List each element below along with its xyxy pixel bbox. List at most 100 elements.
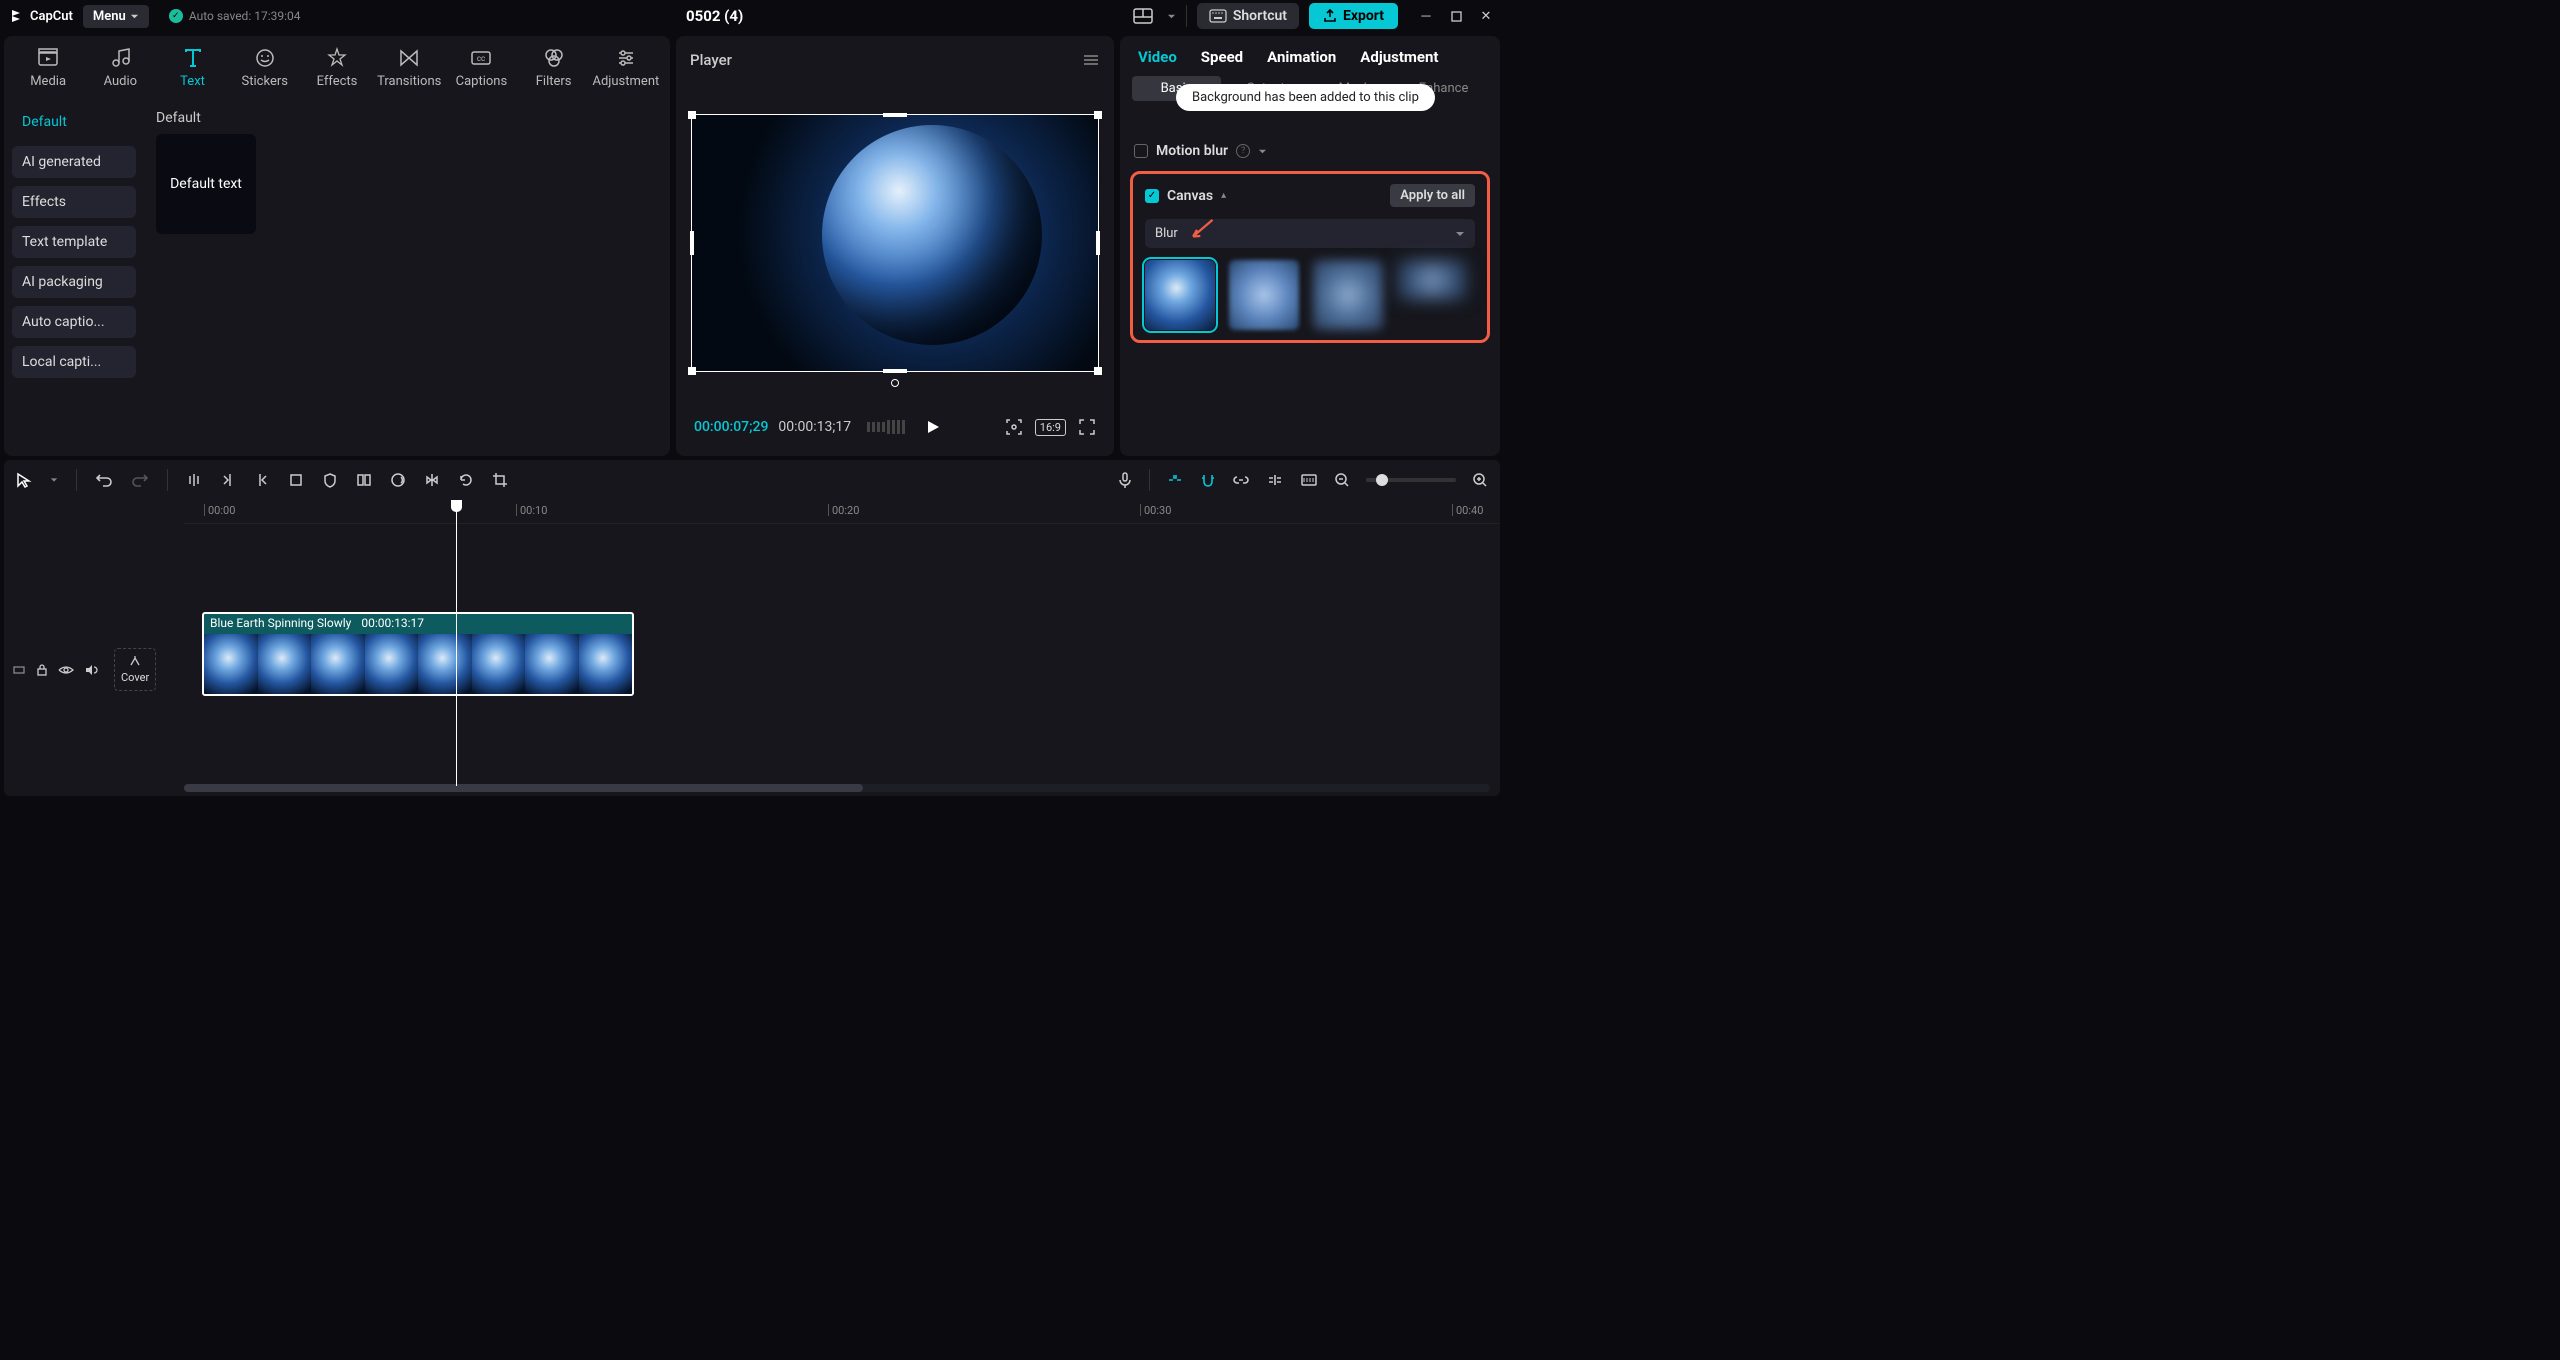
preview-toggle-icon[interactable] <box>1300 473 1318 487</box>
shield-icon[interactable] <box>322 472 338 488</box>
canvas-checkbox[interactable]: ✓ <box>1145 189 1159 203</box>
layout-icon[interactable] <box>1129 4 1157 28</box>
resize-handle-right[interactable] <box>1096 231 1100 255</box>
tab-transitions[interactable]: Transitions <box>373 42 445 93</box>
delete-right-icon[interactable] <box>254 472 270 488</box>
resize-handle-br[interactable] <box>1094 367 1102 375</box>
blur-label: Blur <box>1155 226 1178 241</box>
motion-blur-checkbox[interactable] <box>1134 144 1148 158</box>
sidebar-item-effects[interactable]: Effects <box>12 186 136 218</box>
sidebar-item-default[interactable]: Default <box>12 106 136 138</box>
selection-tool-icon[interactable] <box>16 472 32 488</box>
player-menu-icon[interactable] <box>1082 53 1100 67</box>
playhead[interactable] <box>456 500 457 786</box>
timeline-ruler[interactable]: 00:00 00:10 00:20 00:30 00:40 <box>184 500 1500 524</box>
resize-handle-left[interactable] <box>690 231 694 255</box>
play-button[interactable] <box>925 419 941 435</box>
cover-button[interactable]: Cover <box>114 648 156 691</box>
export-button[interactable]: Export <box>1309 3 1398 29</box>
mirror-icon[interactable] <box>424 472 440 488</box>
blur-preset-3[interactable] <box>1313 260 1383 330</box>
canvas-section-highlight: ✓ Canvas ▴ Apply to all Blur <box>1130 171 1490 343</box>
resize-handle-top[interactable] <box>883 113 907 117</box>
rotate-icon[interactable] <box>458 472 474 488</box>
blur-preset-1[interactable] <box>1145 260 1215 330</box>
sidebar-item-text-template[interactable]: Text template <box>12 226 136 258</box>
inspector-tab-video[interactable]: Video <box>1138 48 1177 66</box>
resize-handle-tl[interactable] <box>688 111 696 119</box>
redo-icon[interactable] <box>131 472 149 488</box>
default-text-card[interactable]: Default text <box>156 134 256 234</box>
blur-preset-2[interactable] <box>1229 260 1299 330</box>
mic-icon[interactable] <box>1117 471 1133 489</box>
freeze-icon[interactable] <box>390 472 406 488</box>
rotate-handle[interactable] <box>891 379 899 387</box>
aspect-ratio-button[interactable]: 16:9 <box>1035 419 1066 436</box>
tab-stickers[interactable]: Stickers <box>229 42 301 93</box>
maximize-button[interactable] <box>1448 8 1464 24</box>
inspector-tab-animation[interactable]: Animation <box>1267 48 1336 66</box>
inspector-tab-adjustment[interactable]: Adjustment <box>1360 48 1438 66</box>
chevron-down-icon[interactable] <box>1258 147 1267 156</box>
motion-blur-label: Motion blur <box>1156 143 1228 159</box>
chevron-up-icon[interactable]: ▴ <box>1221 190 1226 201</box>
tab-adjustment[interactable]: Adjustment <box>590 42 662 93</box>
zoom-slider-thumb[interactable] <box>1376 474 1388 486</box>
minimize-button[interactable]: ─ <box>1418 8 1434 24</box>
tab-media[interactable]: Media <box>12 42 84 93</box>
zoom-slider[interactable] <box>1366 478 1456 482</box>
tab-effects[interactable]: Effects <box>301 42 373 93</box>
preview-frame[interactable] <box>691 114 1099 372</box>
tab-filters[interactable]: Filters <box>518 42 590 93</box>
clip-thumbnail <box>472 634 526 694</box>
blur-preset-4[interactable] <box>1397 260 1467 300</box>
reverse-icon[interactable] <box>356 472 372 488</box>
clip-duration: 00:00:13:17 <box>361 616 424 630</box>
video-clip[interactable]: Blue Earth Spinning Slowly 00:00:13:17 <box>202 612 634 696</box>
zoom-out-icon[interactable] <box>1334 472 1350 488</box>
chevron-down-icon[interactable] <box>1167 12 1176 21</box>
shortcut-button[interactable]: Shortcut <box>1197 3 1299 29</box>
project-title: 0502 (4) <box>310 7 1118 25</box>
scrollbar-thumb[interactable] <box>184 784 863 792</box>
sidebar-item-local-captions[interactable]: Local capti... <box>12 346 136 378</box>
tab-text[interactable]: Text <box>156 42 228 93</box>
resize-handle-bottom[interactable] <box>883 369 907 373</box>
magnet-track-icon[interactable] <box>1200 472 1216 488</box>
apply-to-all-button[interactable]: Apply to all <box>1390 184 1475 207</box>
delete-left-icon[interactable] <box>220 472 236 488</box>
split-icon[interactable] <box>186 472 202 488</box>
link-icon[interactable] <box>1232 473 1250 487</box>
sidebar-item-ai-packaging[interactable]: AI packaging <box>12 266 136 298</box>
magnet-main-icon[interactable] <box>1166 472 1184 488</box>
undo-icon[interactable] <box>95 472 113 488</box>
fullscreen-icon[interactable] <box>1078 418 1096 436</box>
align-icon[interactable] <box>1266 473 1284 487</box>
preview-area[interactable] <box>690 78 1100 408</box>
close-button[interactable]: ✕ <box>1478 8 1494 24</box>
tab-audio[interactable]: Audio <box>84 42 156 93</box>
crop2-icon[interactable] <box>492 472 508 488</box>
eye-icon[interactable] <box>58 664 74 676</box>
lock-icon[interactable] <box>36 663 48 677</box>
chevron-down-icon[interactable] <box>50 476 58 484</box>
check-icon: ✓ <box>169 9 183 23</box>
menu-button[interactable]: Menu <box>83 5 149 28</box>
ruler-tick: 00:00 <box>208 504 235 517</box>
mute-icon[interactable] <box>84 663 98 677</box>
blur-dropdown[interactable]: Blur <box>1145 219 1475 248</box>
help-icon[interactable]: ? <box>1236 144 1250 158</box>
inspector-tab-speed[interactable]: Speed <box>1201 48 1243 66</box>
clip-name: Blue Earth Spinning Slowly <box>210 616 351 630</box>
timeline[interactable]: 00:00 00:10 00:20 00:30 00:40 Cover Blue… <box>4 500 1500 796</box>
crop-icon[interactable] <box>288 472 304 488</box>
zoom-in-icon[interactable] <box>1472 472 1488 488</box>
timeline-scrollbar[interactable] <box>184 784 1490 792</box>
track-toggle-icon[interactable] <box>12 663 26 677</box>
sidebar-item-ai-generated[interactable]: AI generated <box>12 146 136 178</box>
scan-icon[interactable] <box>1005 418 1023 436</box>
resize-handle-tr[interactable] <box>1094 111 1102 119</box>
sidebar-item-auto-captions[interactable]: Auto captio... <box>12 306 136 338</box>
tab-captions[interactable]: ccCaptions <box>445 42 517 93</box>
resize-handle-bl[interactable] <box>688 367 696 375</box>
